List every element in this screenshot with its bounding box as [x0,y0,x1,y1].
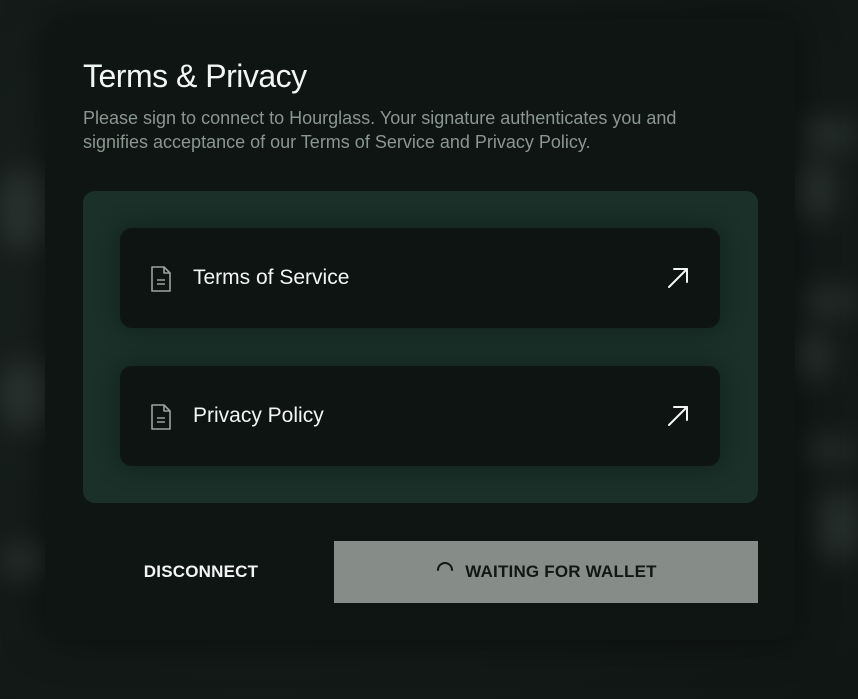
terms-privacy-modal: Terms & Privacy Please sign to connect t… [45,18,795,640]
privacy-policy-label: Privacy Policy [193,404,324,427]
terms-of-service-label: Terms of Service [193,266,350,289]
background-blur-shape [0,545,48,575]
document-icon [151,266,171,292]
external-link-arrow-icon [668,406,688,426]
background-blur-shape [800,120,858,150]
background-blur-shape [795,330,830,380]
document-icon [151,404,171,430]
modal-subtitle: Please sign to connect to Hourglass. You… [83,108,677,152]
background-blur-shape [0,170,50,250]
policy-links-panel: Terms of Service Privacy Policy [83,191,758,503]
external-link-arrow-icon [668,268,688,288]
background-blur-shape [795,160,835,220]
background-blur-shape [800,290,858,314]
terms-of-service-link[interactable]: Terms of Service [120,228,720,328]
background-blur-shape [805,440,858,460]
disconnect-button[interactable]: DISCONNECT [83,541,319,603]
modal-title: Terms & Privacy [83,58,307,94]
waiting-for-wallet-button[interactable]: WAITING FOR WALLET [334,541,758,603]
background-blur-shape [820,490,858,560]
waiting-for-wallet-label: WAITING FOR WALLET [465,562,657,581]
privacy-policy-link[interactable]: Privacy Policy [120,366,720,466]
spinner-icon [437,562,454,571]
